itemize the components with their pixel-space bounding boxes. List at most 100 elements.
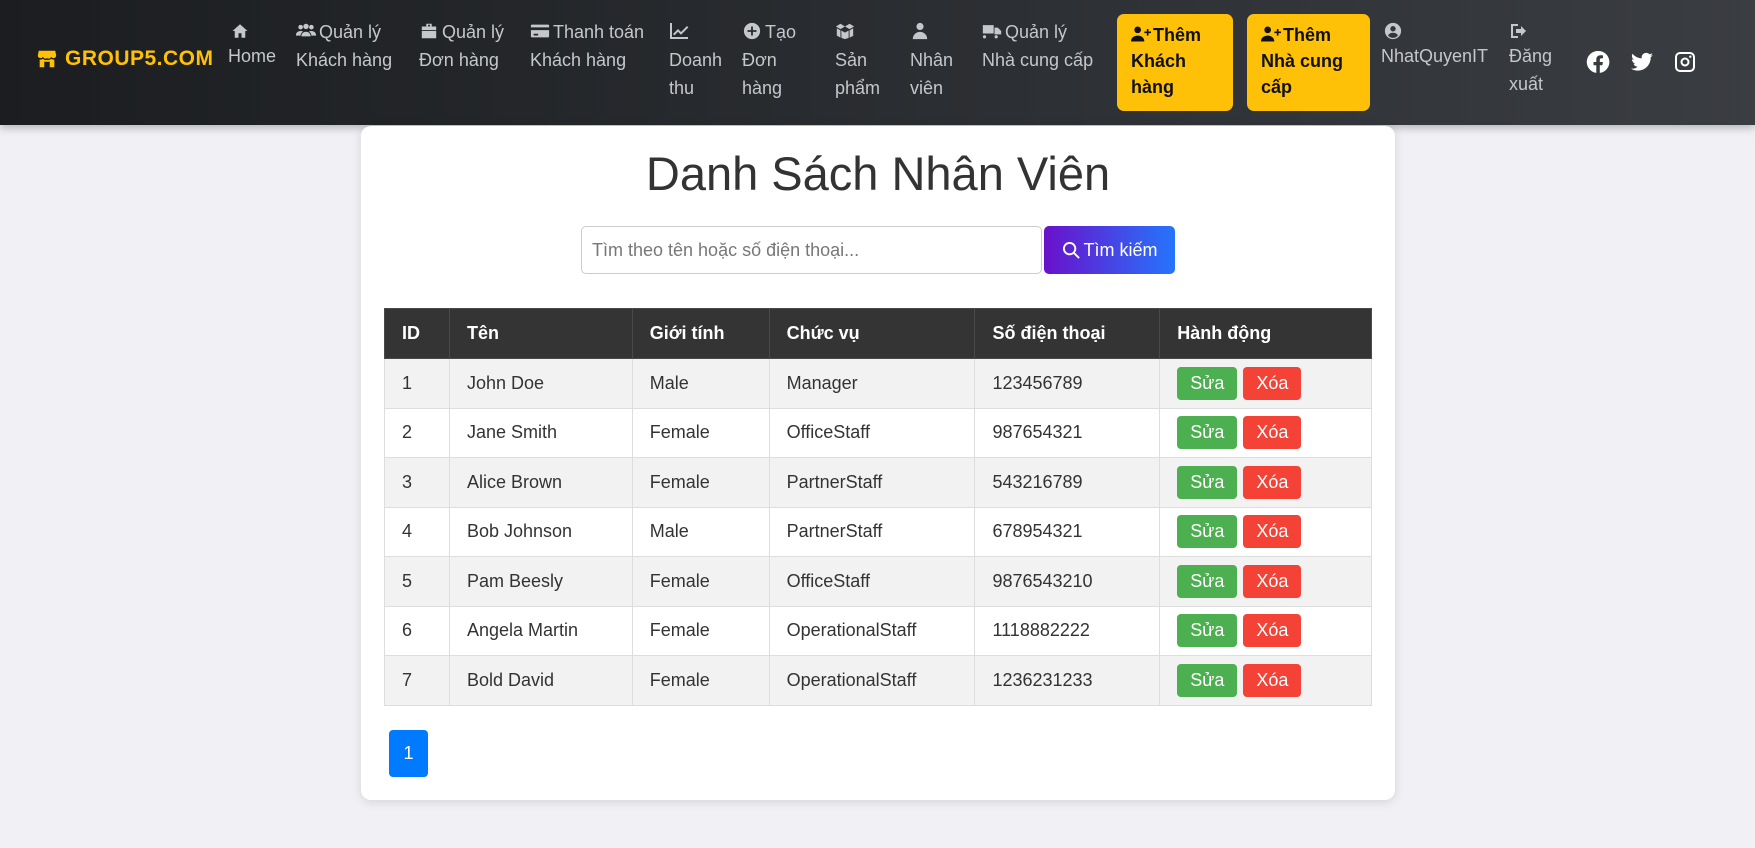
col-header-name: Tên [448,308,633,359]
store-icon [37,50,57,68]
edit-button[interactable]: Sửa [1177,465,1238,499]
nav-revenue[interactable]: Doanh thu [669,18,722,102]
nav-home[interactable]: Home [228,18,276,70]
nav-revenue-label-1: Doanh [669,50,723,70]
search-button-label: Tìm kiếm [1083,239,1158,260]
table-row: 2 Jane Smith Female OfficeStaff 98765432… [384,407,1372,458]
cell-position: PartnerStaff [768,457,976,508]
cell-actions: Sửa Xóa [1159,407,1372,458]
nav-orders-label-2: Đơn hàng [419,50,499,70]
nav-logout[interactable]: Đăng xuất [1509,18,1552,98]
delete-button[interactable]: Xóa [1243,663,1302,697]
delete-button[interactable]: Xóa [1243,416,1302,450]
add-customer-button[interactable]: Thêm Khách hàng [1117,14,1233,111]
cell-gender: Male [631,506,770,557]
cell-phone: 1236231233 [974,655,1161,706]
nav-user[interactable]: NhatQuyenIT [1381,18,1488,70]
search-button[interactable]: Tìm kiếm [1044,226,1175,274]
col-header-id: ID [384,308,450,359]
nav-suppliers-label-1: Quản lý [1005,22,1068,42]
cell-gender: Female [631,407,770,458]
nav-create-order-label-1: Tạo [765,22,797,42]
nav-suppliers[interactable]: Quản lý Nhà cung cấp [982,18,1093,74]
add-customer-label-3: hàng [1131,77,1174,97]
table-row: 3 Alice Brown Female PartnerStaff 543216… [384,457,1372,508]
nav-payments-label-2: Khách hàng [530,50,627,70]
cell-gender: Male [631,358,770,409]
briefcase-icon [421,23,437,39]
user-plus-icon [1261,26,1281,42]
table-row: 7 Bold David Female OperationalStaff 123… [384,655,1372,706]
cell-gender: Female [631,556,770,607]
nav-user-label: NhatQuyenIT [1381,46,1489,66]
cell-name: John Doe [448,358,633,409]
cell-actions: Sửa Xóa [1159,556,1372,607]
delete-button[interactable]: Xóa [1243,366,1302,400]
cell-gender: Female [631,655,770,706]
edit-button[interactable]: Sửa [1177,564,1238,598]
table-row: 6 Angela Martin Female OperationalStaff … [384,605,1372,656]
add-customer-label-2: Khách [1131,51,1187,71]
nav-create-order[interactable]: Tạo Đơn hàng [742,18,796,102]
cell-actions: Sửa Xóa [1159,655,1372,706]
facebook-icon [1586,50,1610,73]
facebook-link[interactable] [1586,50,1610,74]
users-icon [296,23,316,37]
truck-icon [982,25,1002,39]
cell-id: 2 [384,407,450,458]
cell-actions: Sửa Xóa [1159,358,1372,409]
edit-button[interactable]: Sửa [1177,614,1238,648]
cell-position: Manager [768,358,976,409]
twitter-link[interactable] [1630,50,1654,74]
cell-id: 1 [384,358,450,409]
staff-table: ID Tên Giới tính Chức vụ Số điện thoại H… [384,308,1372,706]
nav-logout-label-2: xuất [1509,74,1544,94]
nav-staff[interactable]: Nhân viên [910,18,953,102]
edit-button[interactable]: Sửa [1177,416,1238,450]
delete-button[interactable]: Xóa [1243,564,1302,598]
page-title: Danh Sách Nhân Viên [645,147,1111,200]
sign-out-icon [1511,24,1526,38]
search-input[interactable] [581,226,1042,274]
user-circle-icon [1384,22,1402,40]
nav-customers-label-1: Quản lý [319,22,382,42]
nav-customers[interactable]: Quản lý Khách hàng [296,18,392,74]
cell-position: OfficeStaff [768,556,976,607]
delete-button[interactable]: Xóa [1243,515,1302,549]
instagram-link[interactable] [1673,50,1697,74]
pagination-page-button[interactable]: 1 [389,730,428,777]
edit-button[interactable]: Sửa [1177,515,1238,549]
nav-orders-label-1: Quản lý [442,22,505,42]
nav-products[interactable]: Sản phẩm [835,18,880,102]
nav-suppliers-label-2: Nhà cung cấp [982,50,1094,70]
brand-logo[interactable]: GROUP5.COM [36,47,214,71]
cell-id: 6 [384,605,450,656]
nav-staff-label-1: Nhân [910,50,954,70]
nav-customers-label-2: Khách hàng [296,50,393,70]
delete-button[interactable]: Xóa [1243,614,1302,648]
cell-position: OfficeStaff [768,407,976,458]
twitter-icon [1631,52,1653,71]
cell-phone: 123456789 [974,358,1161,409]
edit-button[interactable]: Sửa [1177,366,1238,400]
cell-name: Bob Johnson [448,506,633,557]
nav-payments[interactable]: Thanh toán Khách hàng [530,18,644,74]
table-header-row: ID Tên Giới tính Chức vụ Số điện thoại H… [384,308,1372,359]
brand-name: GROUP5.COM [65,47,214,70]
add-supplier-button[interactable]: Thêm Nhà cung cấp [1247,14,1370,111]
delete-button[interactable]: Xóa [1243,465,1302,499]
table-row: 1 John Doe Male Manager 123456789 Sửa Xóa [384,358,1372,409]
edit-button[interactable]: Sửa [1177,663,1238,697]
cell-phone: 678954321 [974,506,1161,557]
nav-create-order-label-3: hàng [742,78,783,98]
cell-name: Alice Brown [448,457,633,508]
cell-name: Angela Martin [448,605,633,656]
table-row: 4 Bob Johnson Male PartnerStaff 67895432… [384,506,1372,557]
user-tie-icon [912,22,928,40]
col-header-phone: Số điện thoại [974,308,1161,359]
add-supplier-label-2: Nhà cung [1261,51,1344,71]
nav-payments-label-1: Thanh toán [553,22,645,42]
cell-actions: Sửa Xóa [1159,605,1372,656]
nav-staff-label-2: viên [910,78,944,98]
nav-orders[interactable]: Quản lý Đơn hàng [419,18,504,74]
